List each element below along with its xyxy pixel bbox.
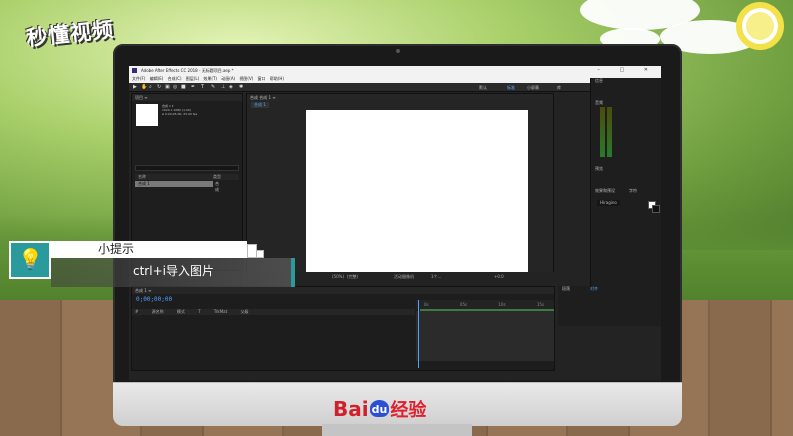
audio-meter-left (600, 107, 605, 157)
info-tab[interactable]: 信息 (595, 78, 603, 84)
project-columns-header: 名称 类型 (135, 174, 239, 180)
paragraph-tab[interactable]: 段落 (562, 286, 570, 292)
stroke-color-swatch[interactable] (652, 205, 660, 213)
effects-presets-tab[interactable]: 效果和预设 (595, 188, 615, 194)
jingyan-text: 经验 (390, 400, 427, 421)
window-controls[interactable]: – □ ✕ (597, 66, 657, 75)
monitor-stand (322, 424, 472, 436)
composition-canvas[interactable] (306, 110, 528, 276)
audio-tab[interactable]: 音频 (595, 100, 603, 106)
text-tool-icon[interactable]: T (201, 85, 206, 90)
camera-dropdown[interactable]: 活动摄像机 (394, 272, 414, 281)
project-item-row[interactable]: 合成 1 合成 (135, 181, 219, 192)
column-type[interactable]: 类型 (213, 174, 221, 180)
hand-tool-icon[interactable]: ✋ (141, 85, 147, 90)
project-item-name: 合成 1 (138, 181, 150, 186)
time-ruler[interactable]: 0s 05s 10s 15s (416, 300, 554, 309)
sun-icon (736, 2, 784, 50)
timeline-track-area[interactable] (416, 311, 554, 361)
column-name[interactable]: 名称 (138, 174, 146, 179)
after-effects-icon (132, 68, 137, 73)
window-title: Adobe After Effects CC 2018 - 无标题项目.aep … (141, 68, 234, 73)
timeline-tab[interactable]: 合成 1 ≡ (132, 287, 554, 294)
character-tab[interactable]: 字符 (629, 188, 637, 194)
project-item-type: 合成 (215, 181, 219, 192)
audio-meter-right (607, 107, 612, 157)
font-name[interactable]: Hiragino (597, 200, 620, 206)
project-search-input[interactable] (135, 165, 239, 171)
tip-title-bar (51, 241, 247, 258)
comp-thumbnail (136, 104, 158, 126)
pen-tool-icon[interactable]: ✒ (191, 85, 196, 90)
composition-panel-tab[interactable]: 合成 合成 1 ≡ (247, 94, 553, 101)
composition-subtab[interactable]: 合成 1 (251, 102, 269, 108)
quality-dropdown[interactable]: (完整) (347, 272, 358, 281)
tools-toolbar: ▶ ✋ ⌕ ↻ ▣ ◎ ■ ✒ T ✎ ⊥ ◈ ✱ 默认 标准 小屏幕 库 (129, 83, 661, 92)
paragraph-panel: 段落 对齐 (558, 286, 661, 326)
eraser-tool-icon[interactable]: ◈ (229, 85, 234, 90)
project-panel-tab[interactable]: 项目 ≡ (132, 94, 242, 101)
layer-columns-header: # 源名称 模式 T TrkMat 父级 (132, 309, 415, 315)
puppet-tool-icon[interactable]: ✱ (239, 85, 244, 90)
tip-tab-decoration (256, 250, 264, 258)
comp-details: 1920 x 1080 (1.00) Δ 0;00;05;00, 25.00 f… (162, 108, 198, 116)
exposure-value[interactable]: +0.0 (494, 272, 504, 281)
ruler-tick: 10s (498, 302, 506, 307)
baidu-paw-icon: du (369, 400, 390, 417)
clone-tool-icon[interactable]: ⊥ (221, 85, 226, 90)
lightbulb-icon: 💡 (18, 247, 43, 271)
ruler-tick: 15s (536, 302, 545, 307)
workspace-standard[interactable]: 标准 (507, 84, 515, 91)
preview-tab[interactable]: 预览 (595, 166, 603, 172)
selection-tool-icon[interactable]: ▶ (133, 85, 138, 90)
playhead[interactable] (418, 300, 419, 368)
baidu-bai-text: Bai (333, 397, 369, 421)
webcam-icon (396, 49, 400, 53)
workspace-small-screen[interactable]: 小屏幕 (527, 84, 539, 91)
workspace-library[interactable]: 库 (557, 84, 561, 91)
shape-tool-icon[interactable]: ■ (181, 85, 186, 90)
workspace-default[interactable]: 默认 (479, 84, 487, 91)
comp-info-text: 合成 1 ▾ 1920 x 1080 (1.00) Δ 0;00;05;00, … (162, 104, 197, 116)
menu-bar[interactable]: 文件(F) 编辑(E) 合成(C) 图层(L) 效果(T) 动画(A) 视图(V… (129, 75, 661, 83)
rotate-tool-icon[interactable]: ↻ (157, 85, 162, 90)
brush-tool-icon[interactable]: ✎ (211, 85, 216, 90)
tip-body: ctrl+i导入图片 (133, 264, 214, 278)
pan-behind-tool-icon[interactable]: ◎ (173, 85, 178, 90)
tip-title: 小提示 (98, 242, 135, 256)
baidu-jingyan-logo: Bai du 经验 (333, 396, 426, 422)
ruler-tick: 0s (424, 302, 429, 307)
zoom-tool-icon[interactable]: ⌕ (149, 85, 154, 90)
camera-tool-icon[interactable]: ▣ (165, 85, 170, 90)
timeline-panel: 合成 1 ≡ 0;00;00;00 # 源名称 模式 T TrkMat 父级 0… (131, 286, 555, 371)
ruler-tick: 05s (459, 302, 468, 307)
zoom-dropdown[interactable]: (50%) (332, 272, 344, 281)
window-titlebar: Adobe After Effects CC 2018 - 无标题项目.aep … (129, 66, 661, 75)
timecode-display[interactable]: 0;00;00;00 (136, 296, 172, 303)
views-dropdown[interactable]: 1个... (431, 272, 441, 281)
align-tab[interactable]: 对齐 (590, 286, 598, 292)
